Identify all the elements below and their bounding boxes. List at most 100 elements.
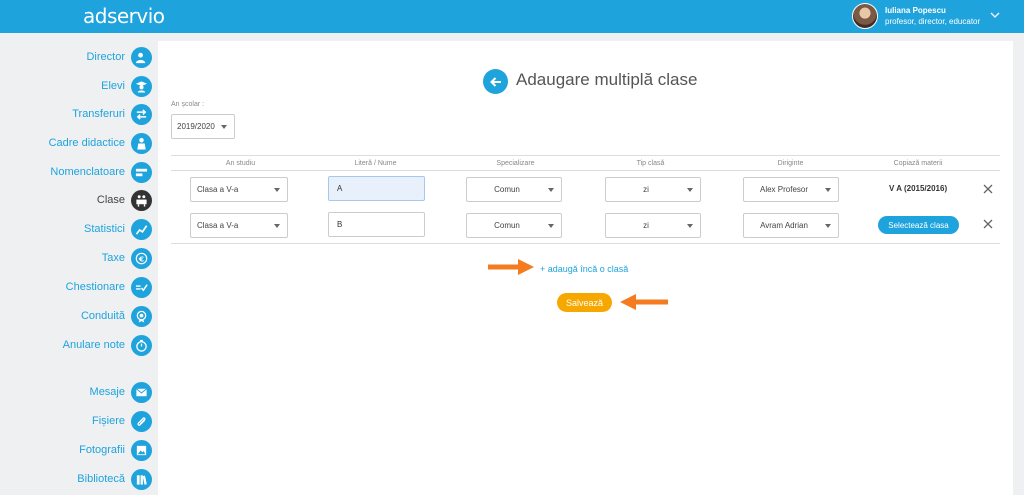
caret-down-icon — [825, 223, 831, 228]
sidebar-item-label: Taxe — [101, 252, 125, 264]
column-header-specializare: Specializare — [496, 160, 535, 167]
top-bar: adservio Iuliana Popescu profesor, direc… — [0, 0, 1024, 33]
back-button[interactable] — [483, 69, 508, 94]
sidebar-item-director[interactable]: Director — [86, 46, 152, 68]
close-icon[interactable] — [982, 183, 994, 195]
caret-down-icon — [825, 187, 831, 192]
user-name[interactable]: Iuliana Popescu — [885, 6, 946, 15]
sidebar-item-label: Cadre didactice — [48, 137, 125, 149]
svg-text:€: € — [138, 254, 144, 263]
graduate-icon — [131, 75, 152, 97]
sidebar-item-anulare-note[interactable]: Anulare note — [63, 334, 152, 356]
sidebar-item-statistici[interactable]: Statistici — [84, 218, 152, 240]
column-header-litera: Literă / Nume — [354, 160, 397, 167]
teacher-icon — [131, 132, 152, 154]
sidebar-item-cadre-didactice[interactable]: Cadre didactice — [49, 132, 152, 154]
an-studiu-value: Clasa a V-a — [197, 185, 239, 194]
medal-icon — [131, 305, 152, 327]
chart-line-icon — [131, 218, 152, 240]
sidebar-item-label: Director — [86, 51, 125, 63]
close-icon[interactable] — [982, 218, 994, 230]
litera-input[interactable]: A — [328, 176, 425, 201]
sidebar-item-conduita[interactable]: Conduită — [81, 305, 152, 327]
sidebar-item-fisiere[interactable]: Fișiere — [92, 410, 152, 432]
diriginte-select[interactable]: Avram Adrian — [743, 213, 839, 238]
classroom-icon — [131, 189, 152, 211]
sidebar-item-label: Mesaje — [89, 386, 125, 398]
table-header-divider — [171, 170, 1000, 171]
tip-clasa-select[interactable]: zi — [605, 213, 701, 238]
caret-down-icon — [548, 223, 554, 228]
caret-down-icon — [548, 187, 554, 192]
add-class-link[interactable]: + adaugă încă o clasă — [540, 264, 628, 274]
sidebar-item-biblioteca[interactable]: Bibliotecă — [77, 468, 152, 490]
column-header-copiaza-materii: Copiază materii — [893, 160, 943, 167]
sidebar-item-label: Fotografii — [79, 444, 125, 456]
column-header-an-studiu: An studiu — [225, 160, 256, 167]
tip-clasa-select[interactable]: zi — [605, 177, 701, 202]
sidebar-item-label: Conduită — [80, 310, 125, 322]
copied-class-label: V A (2015/2016) — [889, 184, 948, 193]
caret-down-icon — [687, 223, 693, 228]
transfer-arrows-icon — [131, 103, 152, 125]
chevron-down-icon[interactable] — [989, 9, 1001, 21]
sidebar-item-label: Fișiere — [91, 415, 125, 427]
sidebar-item-mesaje[interactable]: Mesaje — [90, 381, 152, 403]
euro-icon: € — [131, 247, 152, 269]
card-icon — [131, 161, 152, 183]
save-button[interactable]: Salvează — [557, 293, 612, 312]
annotation-arrow-right-icon — [488, 259, 534, 275]
column-header-tip-clasa: Tip clasă — [636, 160, 665, 167]
annotation-arrow-left-icon — [620, 294, 668, 310]
checklist-icon — [131, 276, 152, 298]
user-roles: profesor, director, educator — [885, 17, 981, 26]
school-year-select[interactable]: 2019/2020 — [171, 114, 235, 139]
sidebar-item-label: Clase — [96, 194, 125, 206]
arrow-left-icon — [489, 76, 501, 87]
sidebar-item-label: Statistici — [84, 223, 125, 235]
table-bottom-divider — [171, 243, 1000, 244]
litera-input[interactable]: B — [328, 212, 425, 237]
user-tie-icon — [131, 46, 152, 68]
sidebar-item-transferuri[interactable]: Transferuri — [72, 103, 152, 125]
sidebar-item-elevi[interactable]: Elevi — [101, 75, 152, 97]
select-class-button[interactable]: Selectează clasa — [878, 216, 959, 234]
main-panel: Adaugare multiplă clase An școlar : 2019… — [158, 41, 1013, 495]
diriginte-select[interactable]: Alex Profesor — [743, 177, 839, 202]
diriginte-value: Avram Adrian — [760, 221, 808, 230]
timer-icon — [131, 334, 152, 356]
user-avatar[interactable] — [852, 3, 878, 29]
an-studiu-select[interactable]: Clasa a V-a — [190, 177, 288, 202]
envelope-icon — [131, 381, 152, 403]
sidebar-item-taxe[interactable]: Taxe € — [102, 247, 152, 269]
table-top-divider — [171, 155, 1000, 156]
sidebar-item-chestionare[interactable]: Chestionare — [66, 276, 152, 298]
specializare-select[interactable]: Comun — [466, 177, 562, 202]
sidebar-item-label: Nomenclatoare — [50, 166, 125, 178]
diriginte-value: Alex Profesor — [759, 185, 809, 194]
specializare-value: Comun — [494, 221, 520, 230]
an-studiu-select[interactable]: Clasa a V-a — [190, 213, 288, 238]
specializare-value: Comun — [494, 185, 520, 194]
books-icon — [131, 468, 152, 490]
sidebar-item-nomenclatoare[interactable]: Nomenclatoare — [50, 161, 152, 183]
app-logo[interactable]: adservio — [83, 4, 165, 28]
tip-clasa-value: zi — [643, 221, 649, 230]
specializare-select[interactable]: Comun — [466, 213, 562, 238]
caret-down-icon — [274, 223, 280, 228]
school-year-value: 2019/2020 — [177, 122, 215, 131]
page-title: Adaugare multiplă clase — [516, 70, 698, 89]
caret-down-icon — [687, 187, 693, 192]
sidebar-item-label: Elevi — [101, 80, 125, 92]
photo-icon — [131, 439, 152, 461]
sidebar-item-clase[interactable]: Clase — [97, 189, 152, 211]
an-studiu-value: Clasa a V-a — [197, 221, 239, 230]
sidebar-item-label: Anulare note — [62, 339, 125, 351]
caret-down-icon — [221, 124, 227, 129]
paperclip-icon — [131, 410, 152, 432]
school-year-label: An școlar : — [171, 101, 205, 108]
sidebar-item-label: Bibliotecă — [77, 473, 125, 485]
sidebar-item-fotografii[interactable]: Fotografii — [79, 439, 152, 461]
column-header-diriginte: Diriginte — [777, 160, 804, 167]
sidebar-item-label: Transferuri — [72, 108, 125, 120]
